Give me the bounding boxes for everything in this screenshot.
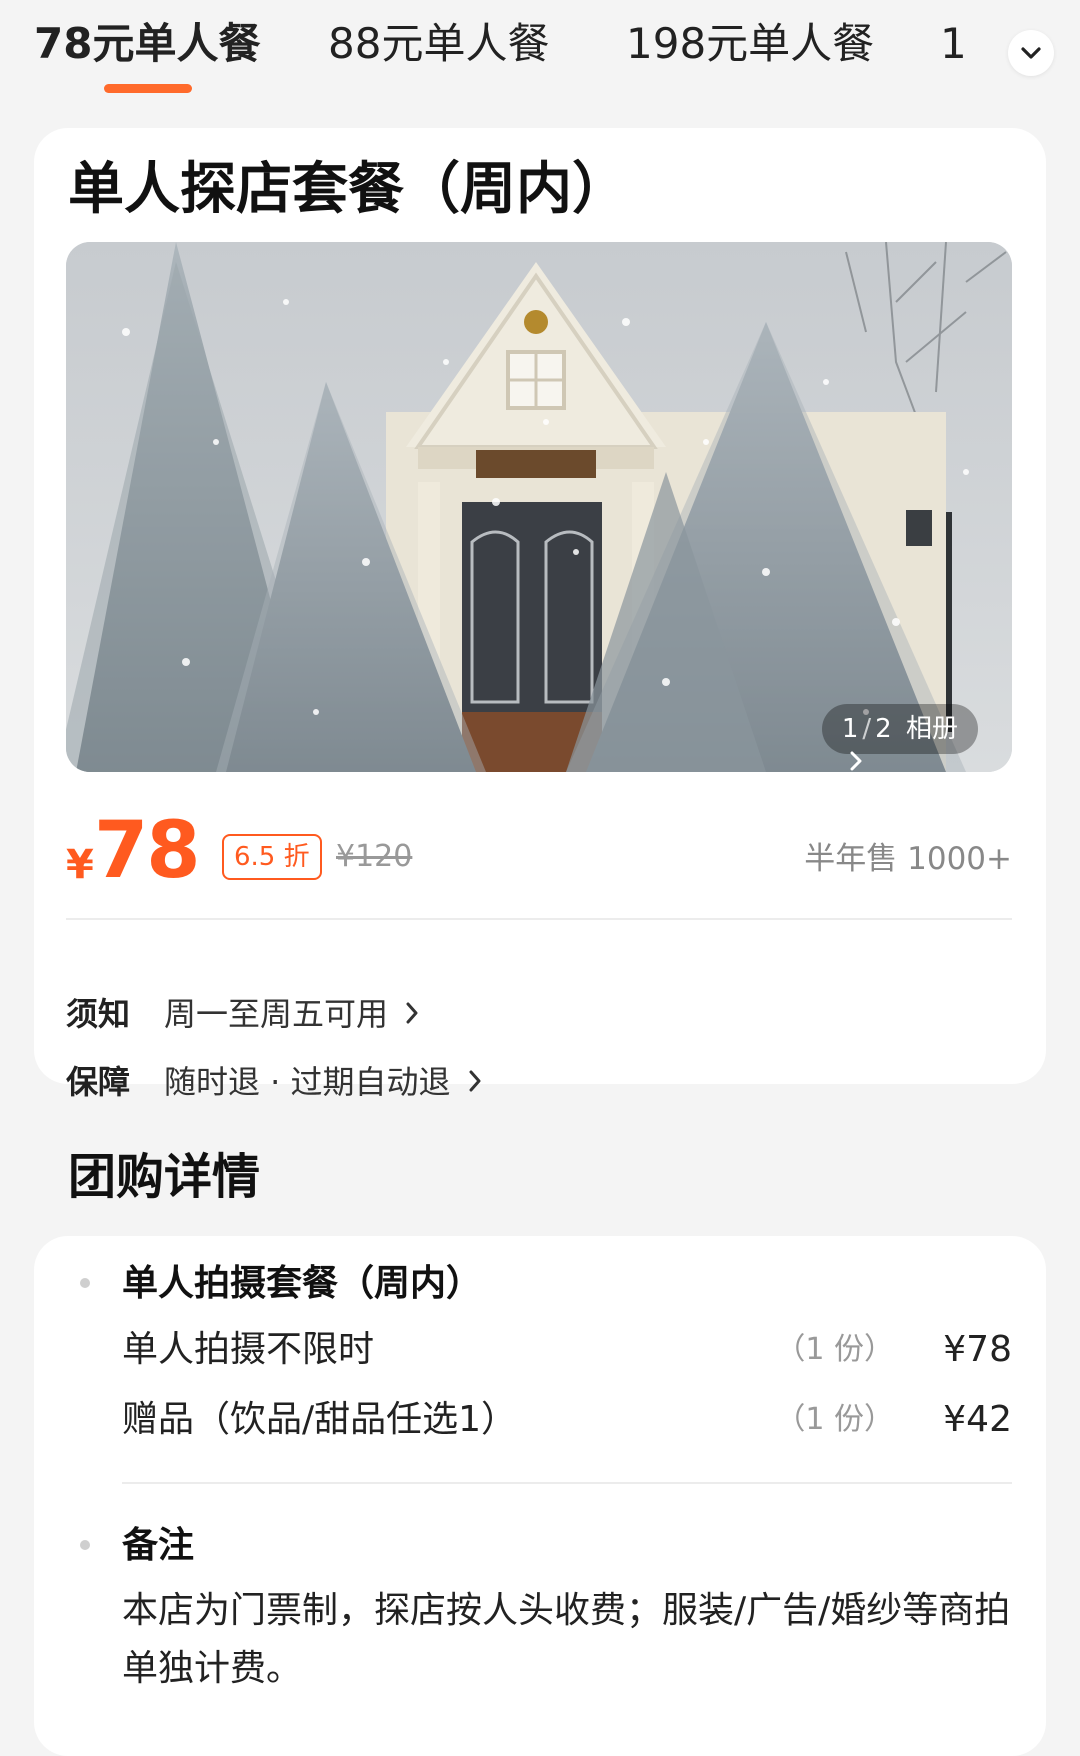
- group-buy-details-title: 团购详情: [68, 1149, 261, 1205]
- line-item: 单人拍摄不限时 （1 份） ¥78: [122, 1320, 1012, 1380]
- notice-row[interactable]: 须知 周一至周五可用: [66, 988, 766, 1040]
- product-card: 单人探店套餐（周内） 1 / 2 相册 ¥ 78 6.5 折 ¥120 半年售 …: [34, 128, 1046, 1101]
- chevron-right-icon: [850, 751, 862, 771]
- line-item-name: 单人拍摄不限时: [122, 1329, 375, 1370]
- line-item-quantity: （1 份）: [775, 1332, 894, 1367]
- discount-badge: 6.5 折: [222, 834, 322, 880]
- line-item-price: ¥42: [943, 1399, 1012, 1440]
- product-photo[interactable]: 1/2 相册: [66, 242, 1012, 772]
- package-tab-bar: 78元单人餐 88元单人餐 198元单人餐 19: [0, 0, 1080, 110]
- notice-label: 须知: [66, 995, 131, 1033]
- line-item: 赠品（饮品/甜品任选1） （1 份） ¥42: [122, 1390, 1012, 1450]
- divider: [66, 918, 1012, 920]
- notice-value: 周一至周五可用: [164, 988, 418, 1040]
- album-separator: /: [862, 714, 872, 744]
- package-group-title: 单人拍摄套餐（周内）: [122, 1263, 483, 1304]
- line-item-price: ¥78: [943, 1329, 1012, 1370]
- price-row: ¥ 78 6.5 折 ¥120 半年售 1000+: [66, 806, 1012, 896]
- guarantee-text: 随时退 · 过期自动退: [164, 1063, 451, 1101]
- tab-overflow-clip: 19: [940, 14, 969, 74]
- details-card: 单人拍摄套餐（周内） 单人拍摄不限时 （1 份） ¥78 赠品（饮品/甜品任选1…: [34, 1236, 1046, 1756]
- album-label: 相册: [905, 714, 958, 744]
- guarantee-label: 保障: [66, 1063, 131, 1101]
- chevron-right-icon: [469, 1070, 481, 1092]
- product-title: 单人探店套餐（周内）: [68, 157, 628, 222]
- note-title: 备注: [122, 1525, 195, 1566]
- line-item-quantity: （1 份）: [775, 1402, 894, 1437]
- notice-text: 周一至周五可用: [164, 995, 389, 1033]
- expand-tabs-button[interactable]: [1008, 30, 1054, 76]
- active-tab-indicator: [104, 84, 192, 93]
- guarantee-row[interactable]: 保障 随时退 · 过期自动退: [66, 1056, 766, 1108]
- divider: [122, 1482, 1012, 1484]
- tab-198-single-meal[interactable]: 198元单人餐: [626, 14, 874, 74]
- bullet-dot: [80, 1540, 90, 1550]
- chevron-right-icon: [406, 1002, 418, 1024]
- tab-88-single-meal[interactable]: 88元单人餐: [328, 14, 549, 74]
- bullet-dot: [80, 1278, 90, 1288]
- note-text: 本店为门票制，探店按人头收费；服装/广告/婚纱等商拍单独计费。: [122, 1590, 1011, 1689]
- tab-partial-next[interactable]: 19: [940, 14, 969, 74]
- chevron-down-icon: [1021, 47, 1041, 59]
- album-current-index: 1: [841, 714, 859, 744]
- guarantee-value: 随时退 · 过期自动退: [164, 1056, 481, 1108]
- tab-78-single-meal[interactable]: 78元单人餐: [34, 14, 260, 74]
- line-item-name: 赠品（饮品/甜品任选1）: [122, 1399, 518, 1440]
- original-price: ¥120: [336, 839, 413, 874]
- current-price: 78: [94, 806, 201, 896]
- album-total: 2: [875, 714, 892, 744]
- sales-count: 半年售 1000+: [804, 841, 1012, 877]
- price-currency: ¥: [66, 842, 94, 888]
- album-button[interactable]: 1/2 相册: [821, 704, 978, 771]
- snowy-house-image: [66, 242, 1012, 772]
